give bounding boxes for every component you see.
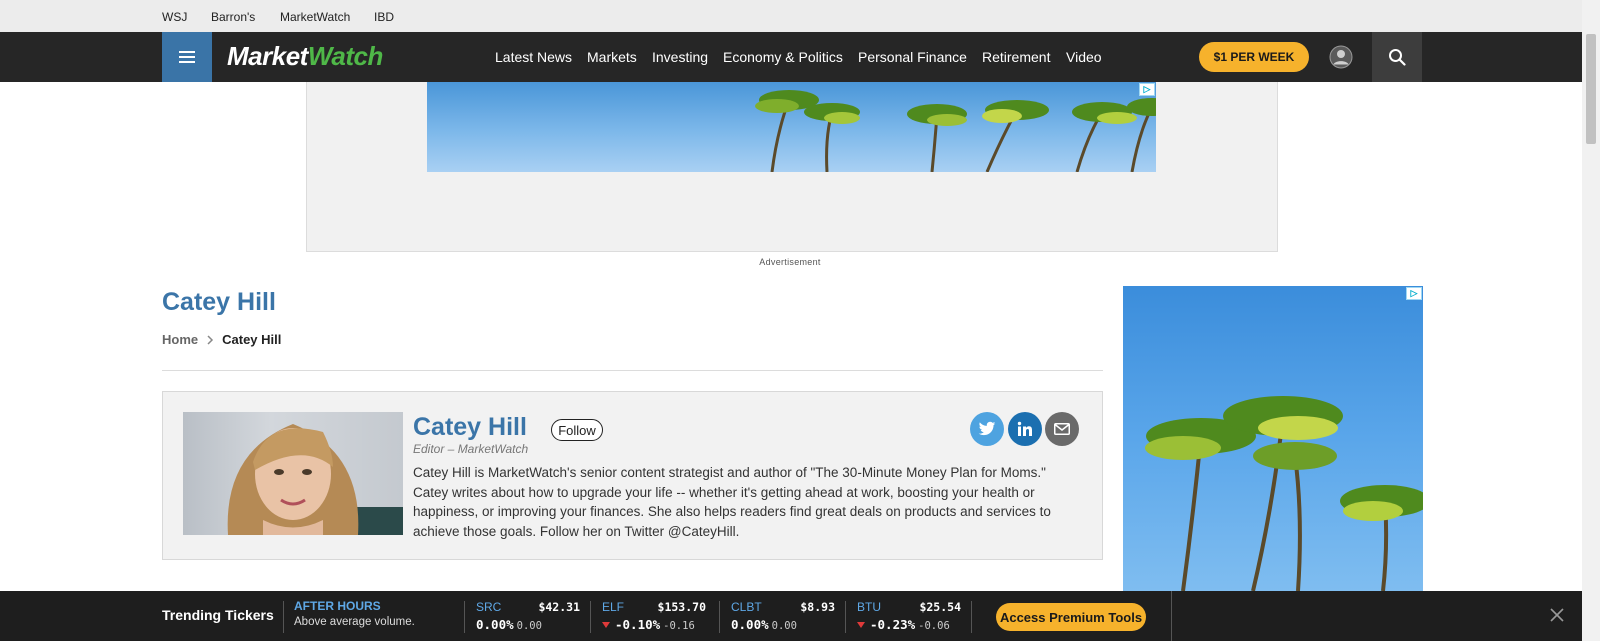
nav-video[interactable]: Video [1066, 49, 1102, 65]
brand-bar: WSJ Barron's MarketWatch IBD [0, 0, 1582, 32]
ticker-symbol: SRC [476, 600, 502, 614]
author-portrait-image [227, 424, 403, 535]
ticker-item-btu[interactable]: BTU $25.54 -0.23% -0.06 [845, 591, 971, 641]
down-arrow-icon [857, 622, 865, 628]
email-share-button[interactable] [1045, 412, 1079, 446]
after-hours-subtitle: Above average volume. [294, 616, 415, 628]
ticker-change-percent: -0.10% [615, 617, 661, 632]
nav-investing[interactable]: Investing [652, 49, 708, 65]
down-arrow-icon [602, 622, 610, 628]
ticker-symbol: ELF [602, 600, 625, 614]
breadcrumb-current: Catey Hill [222, 332, 282, 347]
user-account-icon[interactable] [1329, 45, 1353, 69]
linkedin-share-button[interactable] [1008, 412, 1042, 446]
author-photo [183, 412, 403, 535]
brand-link-marketwatch[interactable]: MarketWatch [280, 10, 350, 24]
main-nav: MarketWatch Latest News Markets Investin… [0, 32, 1582, 82]
nav-economy-politics[interactable]: Economy & Politics [723, 49, 843, 65]
breadcrumb-home-link[interactable]: Home [162, 332, 198, 347]
ticker-divider [971, 601, 972, 633]
close-icon[interactable] [1548, 606, 1566, 624]
brand-link-ibd[interactable]: IBD [374, 10, 394, 24]
nav-markets[interactable]: Markets [587, 49, 637, 65]
ticker-item-elf[interactable]: ELF $153.70 -0.10% -0.16 [590, 591, 716, 641]
ticker-price: $42.31 [538, 600, 580, 614]
author-role: Editor – MarketWatch [413, 442, 529, 456]
page-title: Catey Hill [162, 288, 276, 316]
hamburger-menu-button[interactable] [162, 32, 212, 82]
after-hours-title: AFTER HOURS [294, 599, 381, 613]
ticker-change: -0.10% -0.16 [602, 617, 695, 632]
logo-part-watch: Watch [307, 41, 384, 71]
top-ad-banner[interactable] [427, 82, 1156, 172]
ticker-change-percent: 0.00% [476, 617, 514, 632]
ticker-price: $153.70 [657, 600, 706, 614]
nav-latest-news[interactable]: Latest News [495, 49, 572, 65]
nav-personal-finance[interactable]: Personal Finance [858, 49, 967, 65]
ticker-change-value: 0.00 [771, 620, 797, 632]
brand-link-wsj[interactable]: WSJ [162, 10, 187, 24]
ticker-price: $8.93 [800, 600, 835, 614]
breadcrumb: Home Catey Hill [162, 332, 281, 347]
nav-retirement[interactable]: Retirement [982, 49, 1050, 65]
ticker-change-value: -0.06 [918, 620, 950, 632]
email-icon [1054, 423, 1070, 435]
palm-trees-image [1145, 396, 1423, 591]
hamburger-icon [179, 51, 195, 63]
trending-tickers-title: Trending Tickers [162, 607, 274, 623]
advertisement-label: Advertisement [759, 257, 821, 267]
adchoices-icon[interactable]: ▷ [1139, 83, 1155, 96]
ticker-change-percent: -0.23% [870, 617, 916, 632]
author-bio: Catey Hill is MarketWatch's senior conte… [413, 465, 1051, 539]
linkedin-icon [1017, 421, 1032, 436]
section-divider [162, 370, 1103, 371]
ticker-item-clbt[interactable]: CLBT $8.93 0.00% 0.00 [719, 591, 845, 641]
search-icon [1389, 49, 1406, 66]
twitter-share-button[interactable] [970, 412, 1004, 446]
chevron-right-icon [207, 334, 214, 345]
ticker-divider [283, 601, 284, 633]
logo-part-market: Market [227, 41, 308, 71]
right-rail-ad[interactable] [1123, 286, 1423, 591]
ticker-change-value: -0.16 [663, 620, 695, 632]
adchoices-icon[interactable]: ▷ [1406, 287, 1422, 300]
brand-link-barrons[interactable]: Barron's [211, 10, 255, 24]
follow-button[interactable]: Follow [551, 419, 603, 441]
search-button[interactable] [1372, 32, 1422, 82]
ticker-change-percent: 0.00% [731, 617, 769, 632]
subscribe-button[interactable]: $1 PER WEEK [1199, 42, 1309, 72]
ticker-symbol: BTU [857, 600, 881, 614]
ticker-change: 0.00% 0.00 [731, 617, 797, 632]
author-name[interactable]: Catey Hill [413, 413, 527, 442]
access-premium-tools-button[interactable]: Access Premium Tools [996, 603, 1146, 631]
ticker-change: 0.00% 0.00 [476, 617, 542, 632]
ticker-symbol: CLBT [731, 600, 762, 614]
marketwatch-logo[interactable]: MarketWatch [227, 41, 383, 72]
ticker-change-value: 0.00 [516, 620, 542, 632]
twitter-icon [978, 421, 996, 436]
ticker-price: $25.54 [919, 600, 961, 614]
ticker-divider [1171, 591, 1172, 641]
palm-trees-image [755, 90, 1156, 172]
ticker-item-src[interactable]: SRC $42.31 0.00% 0.00 [464, 591, 590, 641]
ticker-change: -0.23% -0.06 [857, 617, 950, 632]
scrollbar-thumb[interactable] [1586, 34, 1596, 144]
